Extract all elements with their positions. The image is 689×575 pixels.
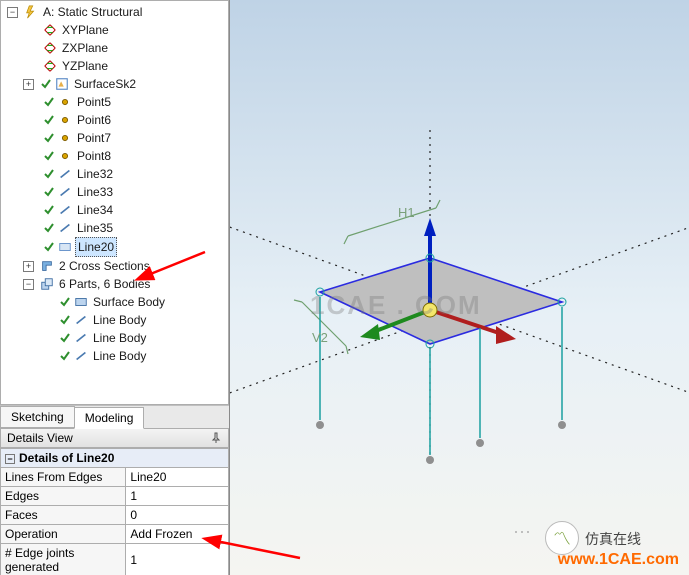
watermark: 1CAE . COM [310, 290, 482, 321]
tree-item-plane[interactable]: YZPlane [60, 57, 110, 75]
tree-item-point[interactable]: Point8 [75, 147, 113, 165]
tree-item-point[interactable]: Point5 [75, 93, 113, 111]
expand-toggle[interactable]: + [23, 261, 34, 272]
details-header: Details of Line20 [19, 451, 114, 465]
check-icon [59, 332, 71, 344]
brand-logo: 〽 [545, 521, 579, 555]
tree-item-line[interactable]: Line34 [75, 201, 115, 219]
tab-sketching[interactable]: Sketching [0, 406, 75, 428]
detail-key: Lines From Edges [1, 468, 126, 487]
tree-item-body[interactable]: Line Body [91, 347, 148, 365]
check-icon [43, 204, 55, 216]
details-view-header: Details View [0, 428, 229, 448]
check-icon [43, 168, 55, 180]
tab-modeling[interactable]: Modeling [74, 407, 145, 429]
detail-key: Faces [1, 506, 126, 525]
decor-dots: ⋯ [513, 522, 535, 543]
detail-key: # Edge joints generated [1, 544, 126, 575]
viewport-scene [230, 0, 689, 575]
detail-value[interactable]: 0 [126, 506, 229, 525]
line-body-icon [74, 349, 88, 363]
detail-key: Operation [1, 525, 126, 544]
check-icon [43, 150, 55, 162]
check-icon [59, 350, 71, 362]
details-view[interactable]: −Details of Line20 Lines From Edges Line… [0, 448, 229, 575]
detail-value[interactable]: 1 [126, 487, 229, 506]
check-icon [43, 114, 55, 126]
point-icon [58, 113, 72, 127]
detail-key: Edges [1, 487, 126, 506]
line-body-icon [74, 331, 88, 345]
tree-item-body[interactable]: Line Body [91, 329, 148, 347]
pin-icon[interactable] [210, 432, 222, 444]
tree-item-point[interactable]: Point6 [75, 111, 113, 129]
detail-value[interactable]: Add Frozen [126, 525, 229, 544]
check-icon [43, 186, 55, 198]
tree-item-line[interactable]: Line35 [75, 219, 115, 237]
line-icon [58, 167, 72, 181]
tree-item-body[interactable]: Line Body [91, 311, 148, 329]
dim-h1: H1 [398, 205, 415, 220]
plane-icon [43, 23, 57, 37]
expand-toggle[interactable]: + [23, 79, 34, 90]
sketch-icon [55, 77, 69, 91]
tree-item-plane[interactable]: XYPlane [60, 21, 111, 39]
model-tree[interactable]: − A: Static Structural XYPlane ZXPlane Y… [0, 0, 229, 405]
tree-item-body[interactable]: Surface Body [91, 293, 167, 311]
cross-section-icon [40, 259, 54, 273]
line-body-icon [58, 240, 72, 254]
dim-v2: V2 [312, 330, 328, 345]
tree-item-plane[interactable]: ZXPlane [60, 39, 110, 57]
tree-item-line20[interactable]: Line20 [75, 237, 117, 257]
check-icon [59, 314, 71, 326]
line-icon [58, 221, 72, 235]
plane-icon [43, 59, 57, 73]
parts-bodies-label[interactable]: 6 Parts, 6 Bodies [57, 275, 152, 293]
line-icon [58, 185, 72, 199]
line-icon [58, 203, 72, 217]
check-icon [43, 96, 55, 108]
lightning-icon [24, 5, 38, 19]
check-icon [43, 132, 55, 144]
3d-viewport[interactable]: 1CAE . COM H1 V2 ⋯ 〽 仿真在线 www.1CAE.com [230, 0, 689, 575]
tree-item-point[interactable]: Point7 [75, 129, 113, 147]
point-icon [58, 95, 72, 109]
footer-url: www.1CAE.com [558, 551, 679, 569]
parts-icon [40, 277, 54, 291]
check-icon [40, 78, 52, 90]
detail-value[interactable]: Line20 [126, 468, 229, 487]
tree-tabs: Sketching Modeling [0, 405, 229, 428]
point-icon [58, 131, 72, 145]
point-icon [58, 149, 72, 163]
tree-item-line[interactable]: Line33 [75, 183, 115, 201]
collapse-toggle[interactable]: − [23, 279, 34, 290]
footer-brand: 仿真在线 [585, 529, 641, 549]
tree-item-line[interactable]: Line32 [75, 165, 115, 183]
surface-sketch-label[interactable]: SurfaceSk2 [72, 75, 138, 93]
root-label[interactable]: A: Static Structural [41, 3, 144, 21]
surface-body-icon [74, 295, 88, 309]
detail-value[interactable]: 1 [126, 544, 229, 575]
plane-icon [43, 41, 57, 55]
collapse-toggle[interactable]: − [7, 7, 18, 18]
check-icon [59, 296, 71, 308]
cross-sections-label[interactable]: 2 Cross Sections [57, 257, 152, 275]
line-body-icon [74, 313, 88, 327]
check-icon [43, 222, 55, 234]
check-icon [43, 241, 55, 253]
